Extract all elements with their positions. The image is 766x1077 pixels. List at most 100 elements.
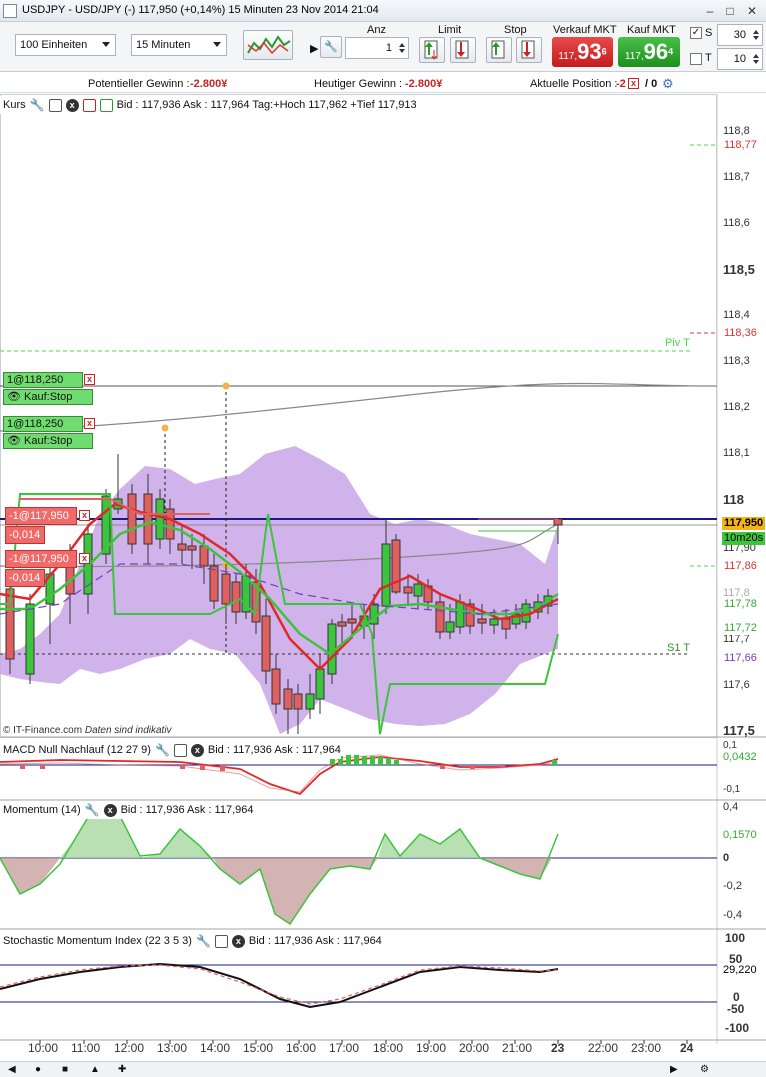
maximize-button[interactable]: □	[720, 2, 740, 20]
units-select[interactable]: 100 Einheiten	[15, 34, 116, 56]
smi-axis-label: -50	[727, 1002, 745, 1016]
expand-arrow-icon[interactable]: ▶	[310, 42, 318, 55]
limit-label: Limit	[438, 24, 462, 36]
s1-label: S1 T	[667, 642, 691, 654]
price-panel-info: Bid : 117,936 Ask : 117,964 Tag:+Hoch 11…	[116, 99, 417, 111]
price-tag-resistance: 118,36	[722, 327, 759, 340]
scroll-end-icon[interactable]: ▶	[670, 1064, 678, 1075]
price-panel-header: Kurs 🔧 x Bid : 117,936 Ask : 117,964 Tag…	[0, 96, 417, 114]
sell-market-button[interactable]: 117,936	[552, 37, 613, 67]
zoom-in-icon[interactable]: ●	[35, 1064, 41, 1075]
macd-title: MACD Null Nachlauf (12 27 9)	[3, 744, 151, 756]
close-icon[interactable]: x	[231, 934, 245, 948]
wrench-icon[interactable]: 🔧	[320, 36, 342, 58]
stop-order-qty[interactable]: 1@118,250	[3, 416, 83, 432]
limit-sell-button[interactable]	[450, 37, 476, 63]
momentum-axis-label: -0,4	[723, 909, 742, 921]
chart-style-button[interactable]	[243, 30, 293, 60]
wrench-icon[interactable]: 🔧	[30, 98, 45, 112]
t-stepper[interactable]: 10	[717, 48, 763, 70]
current-price-tag: 117,950	[722, 517, 766, 530]
chevron-down-icon	[102, 42, 110, 47]
close-position-icon[interactable]: x	[79, 553, 90, 564]
close-position-icon[interactable]: x	[628, 78, 639, 89]
gear-icon[interactable]: ⚙	[662, 76, 674, 92]
price-axis-label: 118,3	[723, 355, 750, 367]
position-qty[interactable]: -1@117,950	[5, 507, 77, 525]
position-qty[interactable]: -1@117,950	[5, 550, 77, 568]
momentum-axis-label: 0	[723, 852, 730, 864]
limit-sell-icon	[455, 40, 469, 59]
cancel-order-icon[interactable]: x	[84, 418, 95, 429]
anz-label: Anz	[367, 24, 386, 36]
macd-axis-top: 0,1	[723, 740, 737, 751]
anz-stepper[interactable]: 1	[345, 37, 409, 59]
eye-icon: 👁	[7, 391, 25, 403]
macd-info: Bid : 117,936 Ask : 117,964	[207, 744, 341, 756]
stop-buy-icon	[491, 40, 505, 59]
window-icon[interactable]	[214, 934, 228, 948]
time-axis: 10:00 11:00 12:00 13:00 14:00 15:00 16:0…	[28, 1041, 694, 1055]
price-axis-label: 117,5	[723, 723, 755, 738]
buy-label: Kauf MKT	[627, 24, 676, 36]
reset-icon[interactable]: ▲	[90, 1064, 100, 1075]
smi-info: Bid : 117,936 Ask : 117,964	[248, 935, 382, 947]
close-icon[interactable]: x	[103, 803, 117, 817]
wrench-icon[interactable]: 🔧	[155, 743, 170, 757]
wrench-icon[interactable]: 🔧	[196, 934, 211, 948]
price-tag-band: 117,66	[722, 652, 759, 665]
bottom-toolbar: ◀ ● ■ ▲ ✚ ▶ ⚙	[0, 1061, 766, 1077]
momentum-axis-label: 0,4	[723, 801, 739, 813]
price-axis-label: 118,6	[723, 217, 750, 229]
sell-label: Verkauf MKT	[553, 24, 617, 36]
smi-panel-header: Stochastic Momentum Index (22 3 5 3) 🔧 x…	[0, 932, 382, 950]
buy-market-button[interactable]: 117,964	[618, 37, 680, 67]
price-axis-label: 118,1	[723, 447, 750, 459]
potential-profit-value: -2.800¥	[190, 78, 228, 90]
close-icon[interactable]: x	[65, 98, 79, 112]
stop-order-qty[interactable]: 1@118,250	[3, 372, 83, 388]
stop-order-type[interactable]: 👁 Kauf:Stop	[3, 389, 93, 405]
momentum-value: 0,1570	[721, 829, 759, 842]
price-axis-label: 117,6	[723, 679, 750, 691]
limit-buy-button[interactable]	[419, 37, 445, 63]
s-label: S	[705, 27, 713, 39]
scroll-left-icon[interactable]: ◀	[8, 1064, 16, 1075]
price-tag-resistance: 117,86	[722, 560, 759, 573]
stop-sell-icon	[521, 40, 535, 59]
copyright: © IT-Finance.com Daten sind indikativ	[3, 725, 172, 736]
price-axis-label: 118,4	[723, 309, 750, 321]
today-profit-label: Heutiger Gewinn :	[314, 78, 403, 90]
t-checkbox[interactable]	[690, 53, 702, 65]
today-profit-value: -2.800¥	[405, 78, 443, 90]
position-pnl: -0,014	[5, 569, 45, 587]
minimize-button[interactable]: –	[700, 2, 720, 20]
chevron-down-icon	[213, 42, 221, 47]
close-button[interactable]: ✕	[742, 2, 762, 20]
zoom-out-icon[interactable]: ■	[62, 1064, 68, 1075]
long-ma-line	[0, 382, 718, 432]
sell-order-icon[interactable]	[82, 98, 96, 112]
s-stepper[interactable]: 30	[717, 24, 763, 46]
momentum-axis-label: -0,2	[723, 880, 742, 892]
price-axis-label: 118,5	[723, 262, 755, 277]
macd-histogram	[330, 755, 557, 765]
stop-order-type[interactable]: 👁 Kauf:Stop	[3, 433, 93, 449]
position-label: Aktuelle Position :	[530, 78, 618, 90]
close-position-icon[interactable]: x	[79, 510, 90, 521]
stop-sell-button[interactable]	[516, 37, 542, 63]
macd-axis-bottom: -0,1	[723, 784, 741, 795]
interval-select[interactable]: 15 Minuten	[131, 34, 227, 56]
stop-buy-button[interactable]	[486, 37, 512, 63]
crosshair-icon[interactable]: ✚	[118, 1064, 126, 1075]
price-axis-label: 118,2	[723, 401, 750, 413]
close-icon[interactable]: x	[190, 743, 204, 757]
smi-title: Stochastic Momentum Index (22 3 5 3)	[3, 935, 192, 947]
window-icon[interactable]	[173, 743, 187, 757]
window-icon[interactable]	[48, 98, 62, 112]
s-checkbox[interactable]: ✓	[690, 27, 702, 39]
cancel-order-icon[interactable]: x	[84, 374, 95, 385]
buy-order-icon[interactable]	[99, 98, 113, 112]
settings-icon[interactable]: ⚙	[700, 1064, 709, 1075]
wrench-icon[interactable]: 🔧	[85, 803, 100, 817]
